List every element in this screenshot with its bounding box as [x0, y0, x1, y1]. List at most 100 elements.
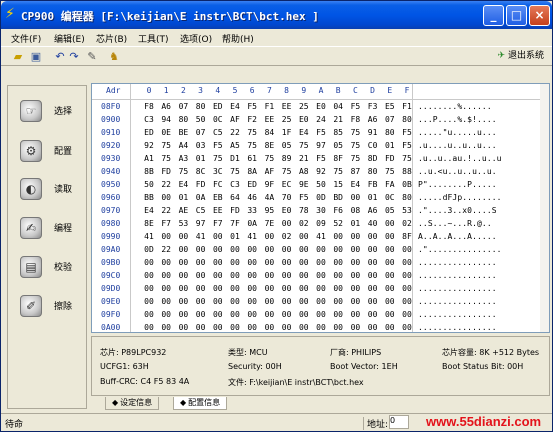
hex-byte[interactable]: A6	[364, 115, 382, 124]
hex-byte[interactable]: 8A	[243, 167, 261, 176]
hex-byte[interactable]: 00	[329, 297, 347, 306]
hex-byte[interactable]: BD	[329, 193, 347, 202]
hex-byte[interactable]: FD	[192, 180, 210, 189]
hex-byte[interactable]: C3	[226, 180, 244, 189]
hex-byte[interactable]: 92	[140, 141, 158, 150]
hex-byte[interactable]: 22	[157, 206, 175, 215]
hex-row[interactable]: 08F0 F8 A6 07 80 ED E4 F5 F1 EE 25 E0 04 F5 F3 E5 F1....…	[92, 101, 549, 114]
hex-byte[interactable]: 00	[381, 323, 399, 332]
hex-byte[interactable]: F7	[209, 219, 227, 228]
tab-settings-info[interactable]: ◆ 设定信息	[105, 397, 160, 410]
hex-byte[interactable]: 78	[295, 206, 313, 215]
hex-byte[interactable]: 00	[312, 245, 330, 254]
hex-byte[interactable]: 0A	[243, 219, 261, 228]
sidebar-item-config[interactable]: ⚙ 配置	[8, 138, 86, 170]
hex-byte[interactable]: 01	[364, 193, 382, 202]
hex-byte[interactable]: 00	[140, 297, 158, 306]
hex-byte[interactable]: 00	[243, 310, 261, 319]
undo-icon[interactable]: ↶	[53, 50, 67, 64]
hex-byte[interactable]: 41	[243, 232, 261, 241]
hex-byte[interactable]: A4	[174, 141, 192, 150]
hex-byte[interactable]: 00	[192, 284, 210, 293]
hex-byte[interactable]: 00	[157, 284, 175, 293]
hex-row[interactable]: 09D0 00 00 00 00 00 00 00 00 00 00 00 00 00 00 00 00....…	[92, 283, 549, 296]
hex-byte[interactable]: 00	[346, 193, 364, 202]
hex-byte[interactable]: 01	[192, 154, 210, 163]
hex-byte[interactable]: 75	[157, 141, 175, 150]
hex-byte[interactable]: E4	[174, 180, 192, 189]
hex-row[interactable]: 0980 8E F7 53 97 F7 7F 0A 7E 00 02 09 52 01 40 00 02 ..S.…	[92, 218, 549, 231]
hex-byte[interactable]: 00	[278, 297, 296, 306]
hex-byte[interactable]: 87	[346, 167, 364, 176]
hex-byte[interactable]: 75	[381, 167, 399, 176]
hex-row[interactable]: 09C0 00 00 00 00 00 00 00 00 00 00 00 00 00 00 00 00....…	[92, 270, 549, 283]
hex-byte[interactable]: 00	[312, 284, 330, 293]
hex-byte[interactable]: 75	[398, 154, 416, 163]
hex-byte[interactable]: 4A	[260, 193, 278, 202]
hex-byte[interactable]: 00	[295, 323, 313, 332]
hex-byte[interactable]: 00	[295, 271, 313, 280]
hex-byte[interactable]: 00	[140, 271, 158, 280]
hex-byte[interactable]: BB	[140, 193, 158, 202]
hex-byte[interactable]: 00	[381, 258, 399, 267]
hex-byte[interactable]: 0E	[157, 128, 175, 137]
hex-row[interactable]: 09E0 00 00 00 00 00 00 00 00 00 00 00 00 00 00 00 00....…	[92, 296, 549, 309]
hex-byte[interactable]: 00	[381, 284, 399, 293]
menu-tools[interactable]: 工具(T)	[138, 32, 169, 45]
hex-byte[interactable]: 7E	[260, 219, 278, 228]
hex-byte[interactable]: EE	[278, 102, 296, 111]
hex-byte[interactable]: 05	[329, 141, 347, 150]
hex-byte[interactable]: 00	[364, 284, 382, 293]
hex-byte[interactable]: EE	[209, 206, 227, 215]
hex-byte[interactable]: 00	[157, 232, 175, 241]
hex-byte[interactable]: 22	[226, 128, 244, 137]
hex-byte[interactable]: 00	[278, 310, 296, 319]
hex-byte[interactable]: E4	[295, 128, 313, 137]
hex-byte[interactable]: 80	[174, 115, 192, 124]
hex-byte[interactable]: 75	[346, 154, 364, 163]
hex-byte[interactable]: 00	[295, 232, 313, 241]
hex-byte[interactable]: 07	[192, 128, 210, 137]
open-folder-icon[interactable]: ▰	[11, 50, 25, 64]
menu-chip[interactable]: 芯片(B)	[96, 32, 127, 45]
hex-byte[interactable]: 75	[243, 141, 261, 150]
hex-byte[interactable]: 30	[312, 206, 330, 215]
hex-byte[interactable]: C3	[140, 115, 158, 124]
hex-byte[interactable]: 75	[329, 167, 347, 176]
hex-byte[interactable]: 00	[192, 245, 210, 254]
hex-byte[interactable]: 00	[278, 245, 296, 254]
hex-byte[interactable]: FD	[157, 167, 175, 176]
hex-byte[interactable]: 75	[260, 154, 278, 163]
hex-byte[interactable]: 00	[364, 271, 382, 280]
hex-row[interactable]: 0940 8B FD 75 8C 3C 75 8A AF 75 A8 92 75 87 80 75 88 ..u.…	[92, 166, 549, 179]
hex-byte[interactable]: 00	[192, 271, 210, 280]
hex-byte[interactable]: 00	[398, 310, 416, 319]
hex-byte[interactable]: 02	[295, 219, 313, 228]
hex-byte[interactable]: 70	[278, 193, 296, 202]
hex-byte[interactable]: 00	[209, 323, 227, 332]
hex-byte[interactable]: C5	[192, 206, 210, 215]
hex-byte[interactable]: 00	[260, 232, 278, 241]
hex-byte[interactable]: 00	[157, 310, 175, 319]
hex-byte[interactable]: 15	[329, 180, 347, 189]
hex-byte[interactable]: 01	[174, 193, 192, 202]
hex-byte[interactable]: 05	[381, 206, 399, 215]
hex-byte[interactable]: 00	[209, 245, 227, 254]
hex-byte[interactable]: 00	[295, 284, 313, 293]
hex-byte[interactable]: 00	[295, 310, 313, 319]
hex-byte[interactable]: C0	[364, 141, 382, 150]
hex-byte[interactable]: 24	[312, 115, 330, 124]
hex-byte[interactable]: A8	[295, 167, 313, 176]
hex-byte[interactable]: E5	[381, 102, 399, 111]
hex-byte[interactable]: 00	[346, 323, 364, 332]
hex-byte[interactable]: 00	[329, 232, 347, 241]
hex-byte[interactable]: 01	[381, 141, 399, 150]
hex-byte[interactable]: 21	[295, 154, 313, 163]
hex-byte[interactable]: 00	[346, 284, 364, 293]
hex-byte[interactable]: F1	[398, 102, 416, 111]
hex-byte[interactable]: 00	[174, 284, 192, 293]
hex-byte[interactable]: F7	[157, 219, 175, 228]
hex-byte[interactable]: 00	[381, 232, 399, 241]
hex-byte[interactable]: 25	[295, 102, 313, 111]
hex-byte[interactable]: 00	[329, 258, 347, 267]
